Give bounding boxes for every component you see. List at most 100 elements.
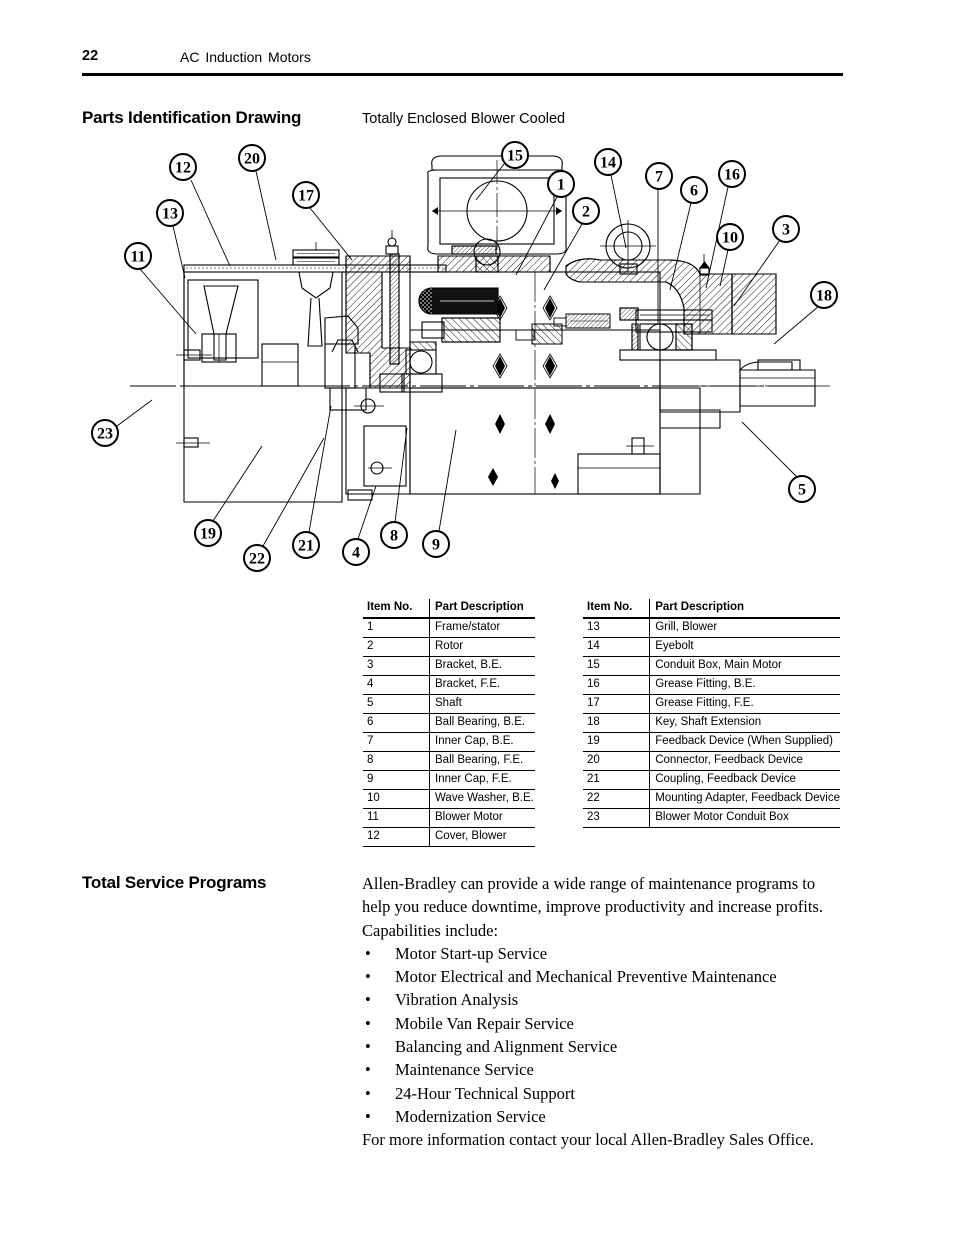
parts-identification-drawing: 12 20 13 17 15 11 14 1 7 6 16 2 10 3 18 23 5 19 22 21 4 8 9 <box>80 138 860 578</box>
parts-table-right: Item No. Part Description 13 Grill, Blowe… <box>583 599 840 828</box>
callout-balloon-3: 3 <box>772 215 800 243</box>
table-row: 16 Grease Fitting, B.E. <box>583 675 840 695</box>
cell-item-no: 13 <box>583 618 650 638</box>
callout-balloon-14: 14 <box>594 148 622 176</box>
callout-balloon-18: 18 <box>810 281 838 309</box>
table-row: 5 Shaft <box>363 694 535 714</box>
frame-foot-right <box>577 453 661 495</box>
cell-item-no: 4 <box>363 675 430 695</box>
cell-item-no: 6 <box>363 713 430 733</box>
fe-bracket-foot <box>363 425 407 487</box>
cell-item-no: 3 <box>363 656 430 676</box>
callout-number: 18 <box>816 288 832 305</box>
cell-part-description: Bracket, F.E. <box>429 675 535 695</box>
callout-balloon-17: 17 <box>292 181 320 209</box>
parts-table-left-body: 1 Frame/stator 2 Rotor 3 Bracket, B.E. 4 Bracke… <box>363 618 535 847</box>
table-row: 12 Cover, Blower <box>363 827 535 847</box>
cell-item-no: 10 <box>363 789 430 809</box>
callout-number: 12 <box>175 160 191 177</box>
cell-item-no: 22 <box>583 789 650 809</box>
callout-number: 5 <box>798 482 806 499</box>
parts-table-left: Item No. Part Description 1 Frame/stator 2… <box>363 599 535 847</box>
motor-cross-section-svg: 122013171511141 7616210 318235192221 489 <box>91 141 838 572</box>
cell-part-description: Inner Cap, B.E. <box>429 732 535 752</box>
shaft-extension <box>739 369 816 407</box>
total-service-programs-outro: For more information contact your local … <box>362 1130 814 1150</box>
list-item-label: Mobile Van Repair Service <box>395 1013 574 1033</box>
list-item: • Motor Electrical and Mechanical Prevent… <box>362 965 844 988</box>
bullet-icon: • <box>365 1106 371 1126</box>
cell-item-no: 5 <box>363 694 430 714</box>
list-item: • 24-Hour Technical Support <box>362 1082 844 1105</box>
table-row: 1 Frame/stator <box>363 618 535 638</box>
table-header-row: Item No. Part Description <box>583 599 840 619</box>
parts-table-right-body: 13 Grill, Blower 14 Eyebolt 15 Conduit Box, M… <box>583 618 840 828</box>
callout-number: 10 <box>722 230 738 247</box>
callout-balloon-23: 23 <box>91 419 119 447</box>
callout-number: 15 <box>507 148 523 165</box>
list-item-label: 24-Hour Technical Support <box>395 1083 576 1103</box>
running-head-title: AC Induction Motors <box>180 49 311 65</box>
list-item-label: Motor Electrical and Mechanical Preventi… <box>395 967 777 987</box>
inner-cap-be <box>619 349 717 361</box>
callout-number: 21 <box>298 538 314 555</box>
cell-part-description: Rotor <box>429 637 535 657</box>
cell-part-description: Bracket, B.E. <box>429 656 535 676</box>
callout-balloon-11: 11 <box>124 242 152 270</box>
table-row: 21 Coupling, Feedback Device <box>583 770 840 790</box>
table-row: 23 Blower Motor Conduit Box <box>583 808 840 828</box>
fe-bracket-rib <box>389 253 400 365</box>
cell-item-no: 17 <box>583 694 650 714</box>
callout-number: 2 <box>582 204 590 221</box>
callout-balloon-12: 12 <box>169 153 197 181</box>
cell-part-description: Conduit Box, Main Motor <box>649 656 840 676</box>
list-item-label: Modernization Service <box>395 1106 546 1126</box>
callout-balloon-10: 10 <box>716 223 744 251</box>
table-row: 4 Bracket, F.E. <box>363 675 535 695</box>
callout-balloons: 122013171511141 7616210 318235192221 489 <box>91 141 838 572</box>
bullet-icon: • <box>365 967 371 987</box>
callout-balloon-13: 13 <box>156 199 184 227</box>
callout-balloon-15: 15 <box>501 141 529 169</box>
table-row: 6 Ball Bearing, B.E. <box>363 713 535 733</box>
callout-number: 22 <box>249 551 265 568</box>
fasteners <box>515 313 611 345</box>
winding-support <box>441 317 501 343</box>
table-row: 9 Inner Cap, F.E. <box>363 770 535 790</box>
table-row: 17 Grease Fitting, F.E. <box>583 694 840 714</box>
table-row: 8 Ball Bearing, F.E. <box>363 751 535 771</box>
callout-leader-lines <box>116 163 820 547</box>
callout-number: 23 <box>97 426 113 443</box>
cell-item-no: 14 <box>583 637 650 657</box>
callout-number: 8 <box>390 528 398 545</box>
table-row: 22 Mounting Adapter, Feedback Device <box>583 789 840 809</box>
drawing-geometry <box>130 155 830 503</box>
cell-part-description: Eyebolt <box>649 637 840 657</box>
table-row: 2 Rotor <box>363 637 535 657</box>
list-item-label: Motor Start-up Service <box>395 943 548 963</box>
callout-number: 20 <box>244 151 260 168</box>
cell-part-description: Connector, Feedback Device <box>649 751 840 771</box>
cell-item-no: 18 <box>583 713 650 733</box>
stator-winding-end-turn <box>418 287 499 315</box>
table-header-row: Item No. Part Description <box>363 599 535 619</box>
list-item-label: Balancing and Alignment Service <box>395 1037 618 1057</box>
cell-part-description: Shaft <box>429 694 535 714</box>
callout-number: 13 <box>162 206 178 223</box>
cell-item-no: 20 <box>583 751 650 771</box>
table-row: 15 Conduit Box, Main Motor <box>583 656 840 676</box>
callout-number: 17 <box>298 188 314 205</box>
table-row: 20 Connector, Feedback Device <box>583 751 840 771</box>
cell-part-description: Grease Fitting, B.E. <box>649 675 840 695</box>
parts-identification-subheading: Totally Enclosed Blower Cooled <box>362 111 566 127</box>
cell-item-no: 21 <box>583 770 650 790</box>
total-service-programs-heading: Total Service Programs <box>82 873 267 892</box>
bullet-icon: • <box>365 990 371 1010</box>
list-item: • Modernization Service <box>362 1105 844 1128</box>
be-end-frame-lower <box>659 387 701 495</box>
cell-part-description: Mounting Adapter, Feedback Device <box>649 789 840 809</box>
table-row: 11 Blower Motor <box>363 808 535 828</box>
callout-number: 11 <box>130 249 145 266</box>
bullet-icon: • <box>365 943 371 963</box>
cell-item-no: 9 <box>363 770 430 790</box>
